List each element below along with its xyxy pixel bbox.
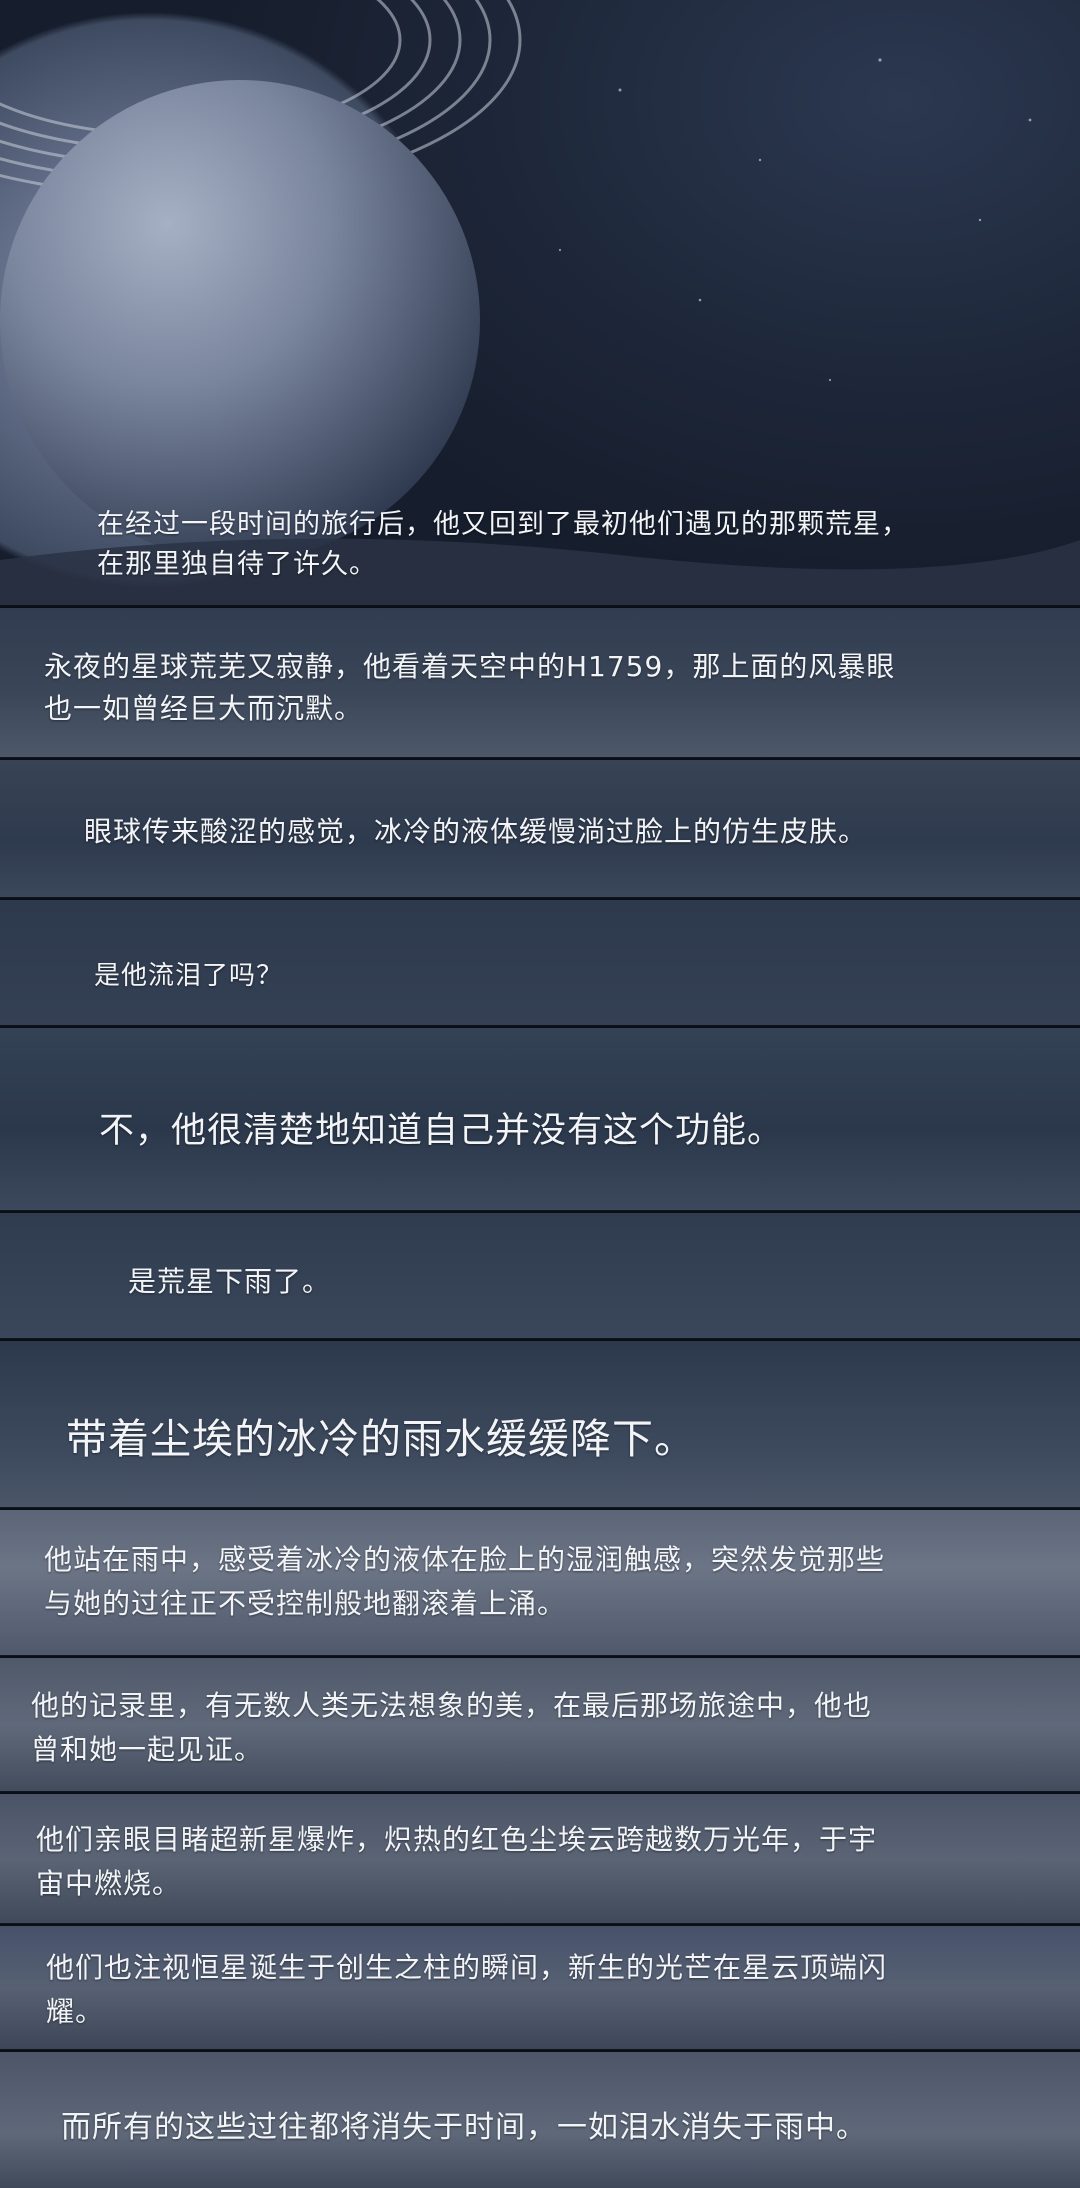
caption-text: 他的记录里，有无数人类无法想象的美，在最后那场旅途中，他也 曾和她一起见证。 [31,1689,873,1766]
caption-text: 是他流泪了吗？ [94,961,284,991]
film-frame: 带着尘埃的冰冷的雨水缓缓降下。 [0,1341,1080,1508]
caption-text: 在经过一段时间的旅行后，他又回到了最初他们遇见的那颗荒星， 在那里独自待了许久。 [97,509,909,580]
film-frame: 永夜的星球荒芜又寂静，他看着天空中的H1759，那上面的风暴眼 也一如曾经巨大而… [0,608,1080,758]
caption-text: 是荒星下雨了。 [128,1265,332,1298]
caption-text: 眼球传来酸涩的感觉，冰冷的液体缓慢淌过脸上的仿生皮肤。 [84,815,868,848]
film-frame: 是荒星下雨了。 [0,1213,1080,1339]
film-frame: 不，他很清楚地知道自己并没有这个功能。 [0,1028,1080,1211]
film-frame: 眼球传来酸涩的感觉，冰冷的液体缓慢淌过脸上的仿生皮肤。 [0,760,1080,898]
caption-text: 不，他很清楚地知道自己并没有这个功能。 [99,1111,784,1151]
caption-text: 而所有的这些过往都将消失于时间，一如泪水消失于雨中。 [61,2110,867,2145]
caption-text: 他们也注视恒星诞生于创生之柱的瞬间，新生的光芒在星云顶端闪 耀。 [46,1951,888,2028]
caption-text: 带着尘埃的冰冷的雨水缓缓降下。 [66,1415,696,1463]
film-frame-planet: 在经过一段时间的旅行后，他又回到了最初他们遇见的那颗荒星， 在那里独自待了许久。 [0,0,1080,606]
caption-text: 永夜的星球荒芜又寂静，他看着天空中的H1759，那上面的风暴眼 也一如曾经巨大而… [44,650,896,725]
caption-text: 他站在雨中，感受着冰冷的液体在脸上的湿润触感，突然发觉那些 与她的过往正不受控制… [44,1543,886,1620]
film-frame: 他们也注视恒星诞生于创生之柱的瞬间，新生的光芒在星云顶端闪 耀。 [0,1926,1080,2050]
caption-text: 他们亲眼目睹超新星爆炸，炽热的红色尘埃云跨越数万光年，于宇 宙中燃烧。 [36,1823,878,1900]
film-frame: 他站在雨中，感受着冰冷的液体在脸上的湿润触感，突然发觉那些 与她的过往正不受控制… [0,1510,1080,1656]
film-frame: 他们亲眼目睹超新星爆炸，炽热的红色尘埃云跨越数万光年，于宇 宙中燃烧。 [0,1794,1080,1924]
film-frame: 而所有的这些过往都将消失于时间，一如泪水消失于雨中。 [0,2052,1080,2188]
film-frame: 是他流泪了吗？ [0,900,1080,1026]
film-frame: 他的记录里，有无数人类无法想象的美，在最后那场旅途中，他也 曾和她一起见证。 [0,1658,1080,1792]
